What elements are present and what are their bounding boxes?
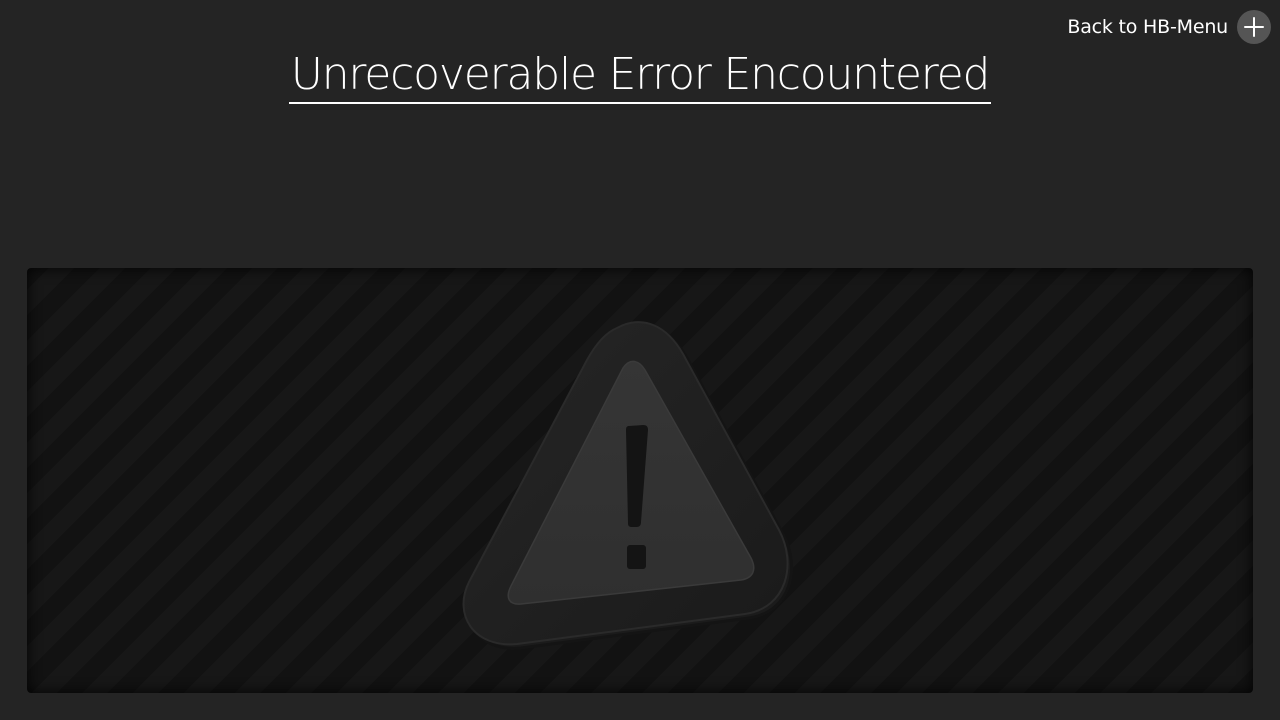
title-container: Unrecoverable Error Encountered: [0, 50, 1280, 104]
back-button-label: Back to HB-Menu: [1067, 16, 1228, 38]
page-title: Unrecoverable Error Encountered: [288, 50, 992, 104]
error-panel: [27, 268, 1253, 693]
error-screen: Back to HB-Menu Unrecoverable Error Enco…: [0, 0, 1280, 720]
plus-circle-icon[interactable]: [1237, 10, 1271, 44]
back-to-hbmenu-button[interactable]: Back to HB-Menu: [1067, 10, 1271, 44]
warning-triangle-icon: [462, 321, 794, 650]
